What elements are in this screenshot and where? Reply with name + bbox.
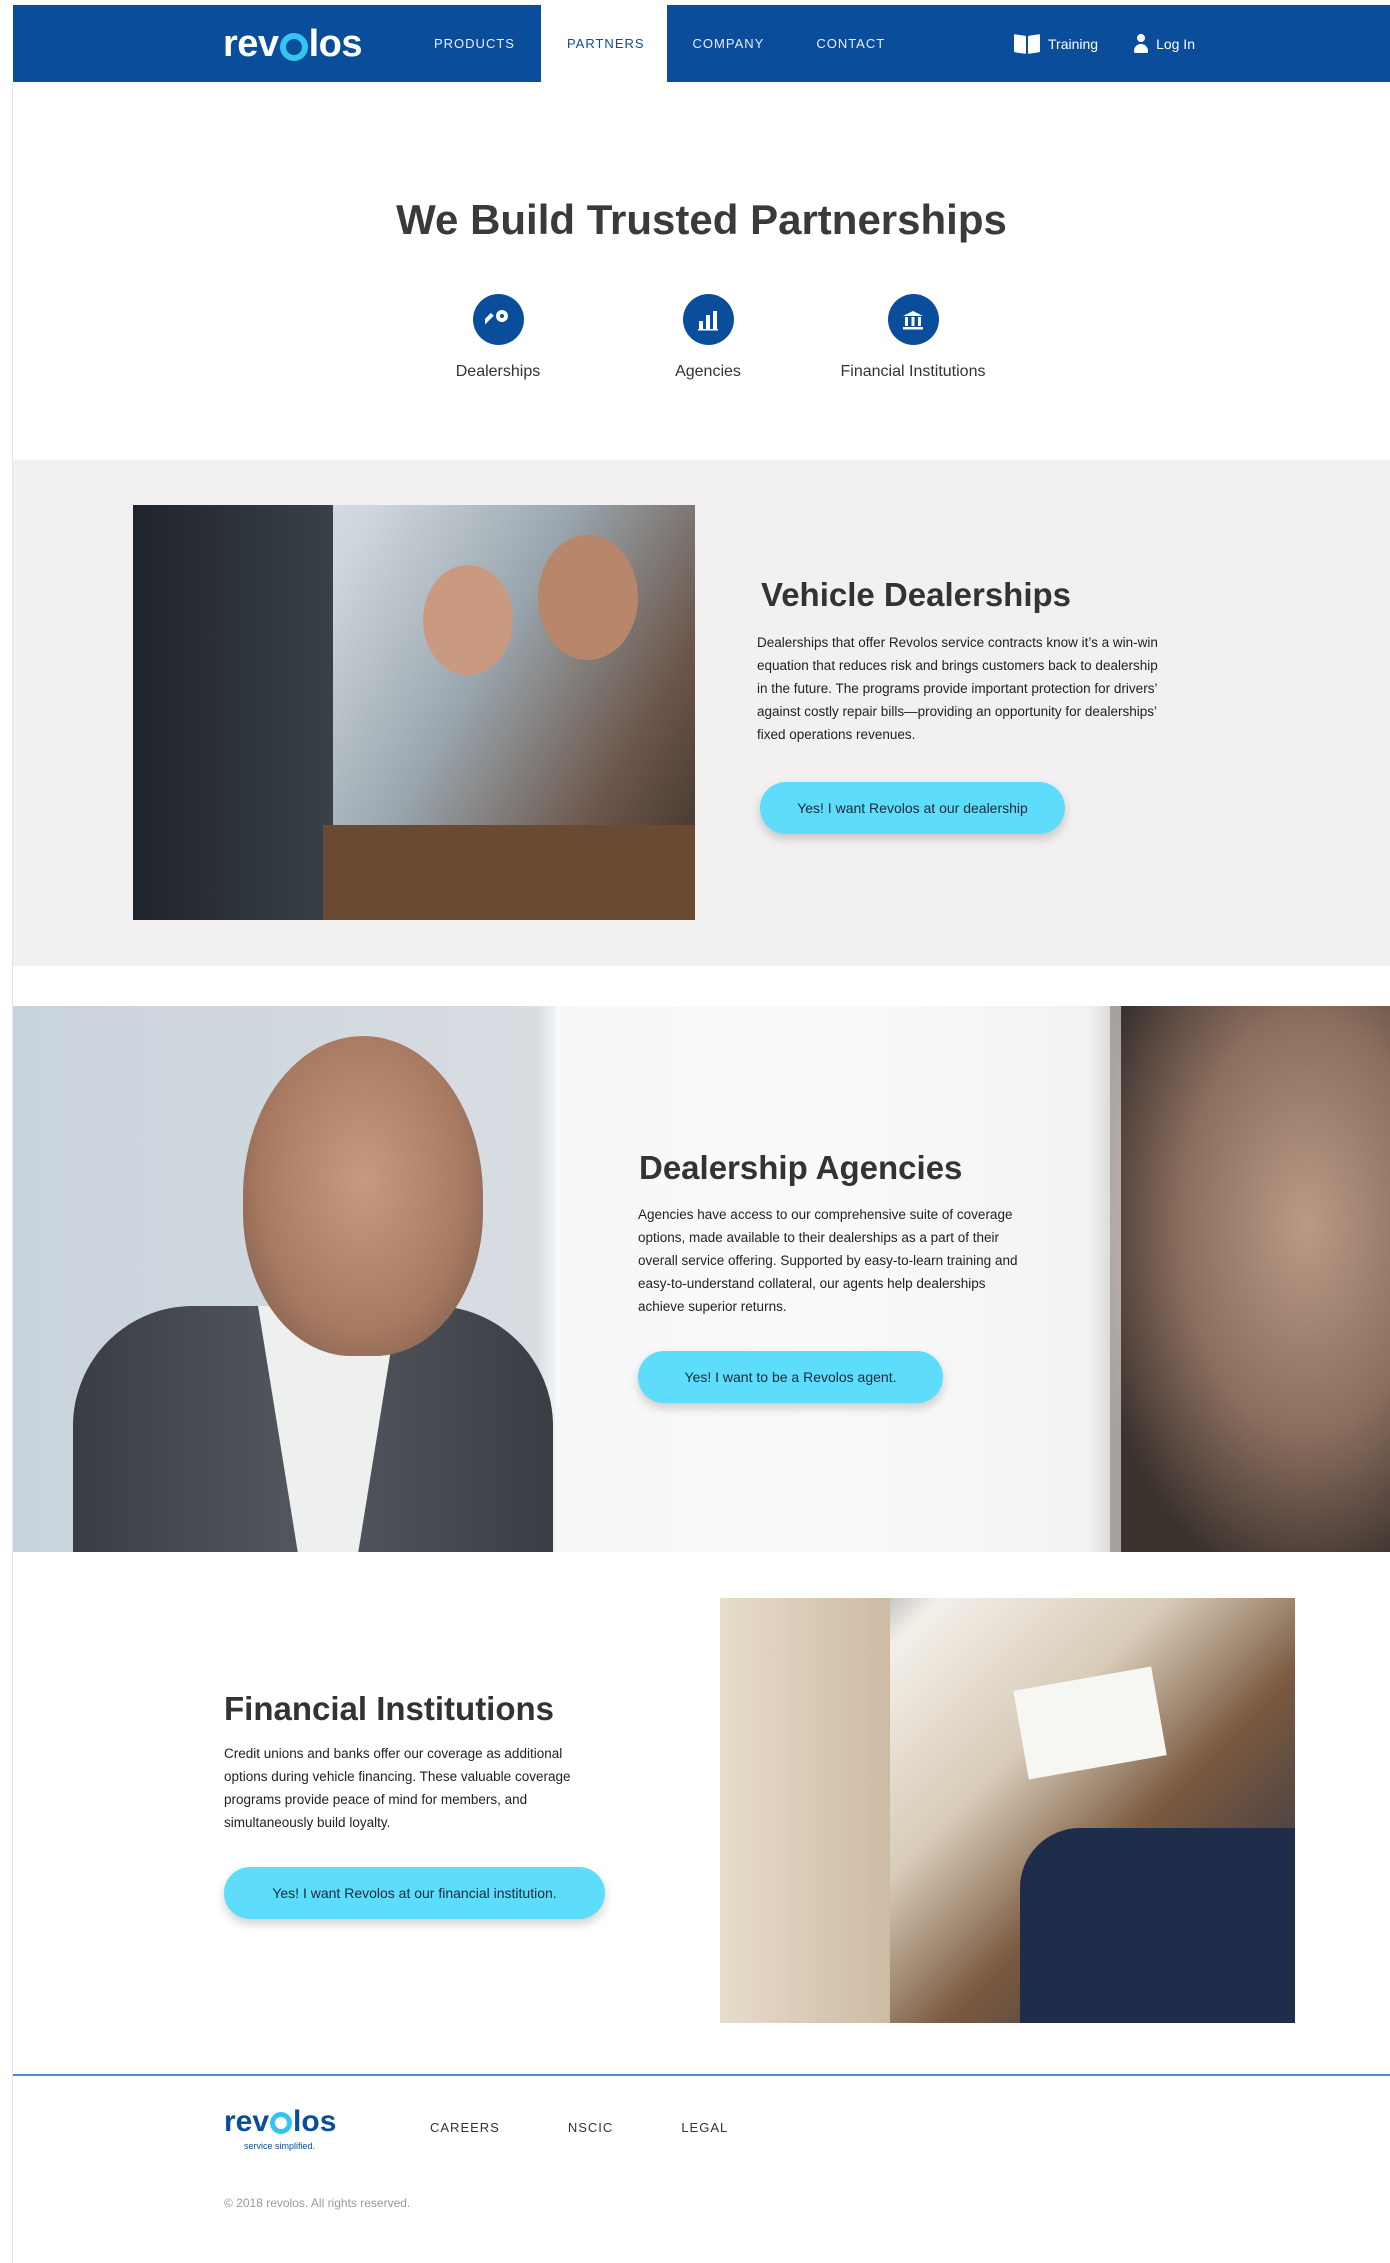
bar-chart-icon <box>682 294 734 345</box>
top-nav: rev los PRODUCTS PARTNERS COMPANY CONTACT… <box>13 5 1390 82</box>
gear-icon <box>279 32 308 61</box>
section-body-financial: Credit unions and banks offer our covera… <box>224 1746 571 1830</box>
key-icon <box>472 294 524 345</box>
partner-type-label: Agencies <box>675 363 741 380</box>
section-body: Dealerships that offer Revolos service c… <box>757 635 1158 742</box>
nav-company[interactable]: COMPANY <box>667 5 791 82</box>
copyright-text: © 2018 revolos. All rights reserved. <box>224 2196 411 2210</box>
revolos-logo[interactable]: rev los <box>223 23 362 66</box>
partner-type-agencies[interactable]: Agencies <box>598 294 818 381</box>
section-heading: Vehicle Dealerships <box>761 576 1072 613</box>
footer-nscic-link[interactable]: NSCIC <box>568 2120 613 2135</box>
agent-photo <box>243 1036 483 1356</box>
main-menu: PRODUCTS PARTNERS COMPANY CONTACT <box>408 5 911 82</box>
logo-text-pre: rev <box>223 23 279 65</box>
footer-tagline: service simplified. <box>244 2141 316 2151</box>
nav-utilities: Training Log In <box>1014 5 1195 82</box>
section-dealership-agencies: Dealership Agencies Agencies have access… <box>13 1006 1390 1552</box>
partner-type-financial[interactable]: Financial Institutions <box>803 294 1023 381</box>
login-label: Log In <box>1156 35 1195 52</box>
login-link[interactable]: Log In <box>1134 33 1195 54</box>
logo-text-post: los <box>308 23 363 65</box>
financial-cta-button[interactable]: Yes! I want Revolos at our financial ins… <box>224 1867 605 1919</box>
page-title: We Build Trusted Partnerships <box>396 196 1007 243</box>
footer-divider <box>13 2074 1390 2076</box>
financial-meeting-photo <box>720 1598 1295 2023</box>
footer-careers-link[interactable]: CAREERS <box>430 2120 500 2135</box>
training-label: Training <box>1048 35 1099 52</box>
section-heading: Dealership Agencies <box>639 1149 963 1186</box>
footer-logo-post: los <box>293 2105 337 2138</box>
section-body: Agencies have access to our comprehensiv… <box>638 1207 1018 1314</box>
footer-logo[interactable]: rev los <box>224 2105 336 2139</box>
nav-partners[interactable]: PARTNERS <box>540 5 667 82</box>
training-link[interactable]: Training <box>1014 35 1098 53</box>
bank-icon <box>887 294 939 345</box>
dealership-photo <box>133 505 695 920</box>
section-heading-financial: Financial Institutions <box>224 1690 555 1727</box>
partner-type-label: Financial Institutions <box>840 363 986 380</box>
footer-links: CAREERS NSCIC LEGAL <box>430 2120 728 2135</box>
gear-icon <box>270 2112 293 2134</box>
partner-type-label: Dealerships <box>455 363 541 380</box>
nav-contact[interactable]: CONTACT <box>790 5 911 82</box>
nav-products[interactable]: PRODUCTS <box>408 5 541 82</box>
footer-logo-pre: rev <box>224 2105 270 2138</box>
dealership-cta-button[interactable]: Yes! I want Revolos at our dealership <box>760 782 1065 834</box>
footer-legal-link[interactable]: LEGAL <box>681 2120 728 2135</box>
section-vehicle-dealerships: Vehicle Dealerships Dealerships that off… <box>13 460 1390 966</box>
user-icon <box>1134 33 1149 54</box>
agency-cta-button[interactable]: Yes! I want to be a Revolos agent. <box>638 1351 943 1403</box>
partner-type-dealerships[interactable]: Dealerships <box>388 294 608 381</box>
customer-photo <box>1110 1006 1390 1552</box>
book-icon <box>1014 35 1040 53</box>
